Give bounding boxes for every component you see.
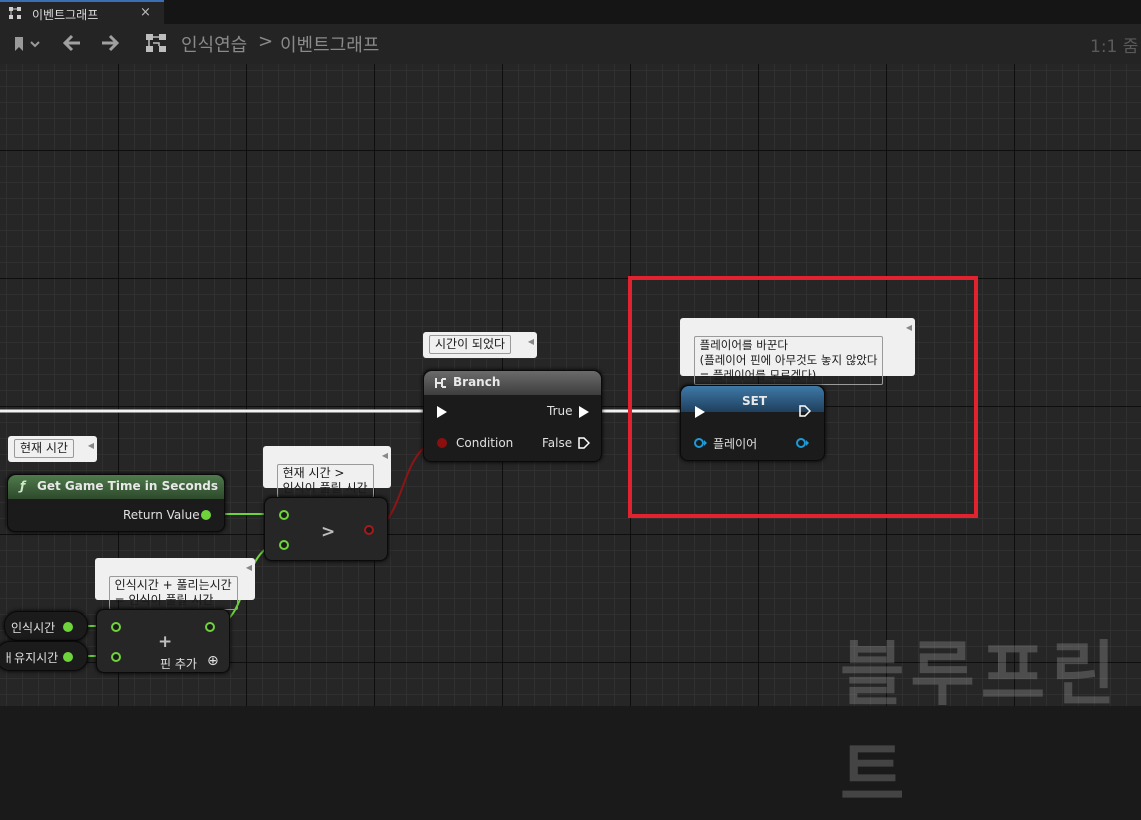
add-pin-icon[interactable]: ⊕	[207, 653, 219, 669]
add-pin-label[interactable]: 핀 추가	[160, 655, 197, 672]
condition-label: Condition	[456, 436, 514, 450]
pin-icon[interactable]: ◀	[528, 334, 534, 349]
tab-event-graph[interactable]: 이벤트그래프 ×	[0, 0, 164, 24]
compare-input-b-pin[interactable]	[279, 540, 289, 550]
tab-bar: 이벤트그래프 ×	[0, 0, 1141, 24]
breadcrumb-separator: >	[258, 31, 274, 52]
watermark: 블루프린트	[840, 633, 1122, 816]
false-exec-pin[interactable]	[578, 437, 590, 449]
breadcrumb-current: 이벤트그래프	[280, 35, 380, 56]
comment-text: 인식시간 + 풀리는시간 = 인식이 풀릴 시간	[108, 576, 238, 610]
variable-node-hold-time[interactable]: ㅐ유지시간	[0, 641, 88, 671]
function-icon: ƒ	[20, 479, 26, 493]
compare-output-pin[interactable]	[364, 525, 374, 535]
tab-title: 이벤트그래프	[32, 8, 99, 22]
return-value-label: Return Value	[123, 508, 200, 522]
pin-icon[interactable]: ◀	[88, 438, 94, 453]
bookmark-icon[interactable]	[13, 36, 41, 52]
pin-icon[interactable]: ◀	[246, 560, 252, 575]
return-value-pin[interactable]	[201, 510, 211, 520]
add-input-a-pin[interactable]	[111, 622, 121, 632]
node-header	[424, 371, 601, 395]
comment-text: 현재 시간 > 인식이 풀릴 시간	[276, 464, 374, 498]
add-operator: +	[158, 632, 173, 652]
comment-text: 현재 시간	[14, 439, 74, 458]
node-title: Get Game Time in Seconds	[37, 479, 219, 493]
graph-icon	[9, 7, 21, 19]
highlight-box	[628, 276, 978, 518]
node-title: Branch	[453, 375, 501, 389]
get-game-time-node[interactable]: ƒ Get Game Time in Seconds Return Value	[7, 474, 225, 532]
variable-output-pin[interactable]	[63, 652, 73, 662]
greater-than-operator: >	[321, 522, 336, 542]
back-arrow-icon[interactable]	[62, 34, 82, 52]
exec-in-pin[interactable]	[437, 406, 447, 418]
add-input-b-pin[interactable]	[111, 652, 121, 662]
variable-label: ㅐ유지시간	[3, 651, 59, 665]
forward-arrow-icon[interactable]	[100, 34, 120, 52]
variable-node-recognition-time[interactable]: 인식시간	[4, 611, 88, 641]
close-icon[interactable]: ×	[140, 5, 151, 20]
condition-pin[interactable]	[437, 438, 447, 448]
add-node[interactable]: + 핀 추가 ⊕	[96, 609, 230, 673]
pin-icon[interactable]: ◀	[382, 448, 388, 463]
true-exec-pin[interactable]	[579, 406, 589, 418]
comment-current-time[interactable]: 현재 시간 ◀	[8, 436, 97, 462]
add-output-pin[interactable]	[205, 622, 215, 632]
variable-label: 인식시간	[11, 621, 56, 635]
branch-icon	[435, 378, 446, 388]
compare-input-a-pin[interactable]	[279, 510, 289, 520]
comment-text: 시간이 되었다	[429, 335, 512, 354]
true-label: True	[547, 404, 573, 418]
graph-icon	[146, 34, 166, 52]
greater-than-node[interactable]: >	[264, 497, 388, 561]
variable-output-pin[interactable]	[63, 622, 73, 632]
breadcrumb-root[interactable]: 인식연습	[181, 31, 247, 57]
comment-compare[interactable]: 현재 시간 > 인식이 풀릴 시간 ◀	[263, 446, 391, 498]
branch-node[interactable]: Branch Condition True False	[423, 370, 602, 462]
zoom-level: 1:1 줌	[1090, 37, 1139, 57]
comment-add[interactable]: 인식시간 + 풀리는시간 = 인식이 풀릴 시간 ◀	[95, 558, 255, 610]
graph-toolbar: 인식연습 > 이벤트그래프 1:1 줌	[0, 24, 1141, 64]
false-label: False	[542, 436, 573, 450]
comment-time-up[interactable]: 시간이 되었다 ◀	[423, 332, 537, 358]
